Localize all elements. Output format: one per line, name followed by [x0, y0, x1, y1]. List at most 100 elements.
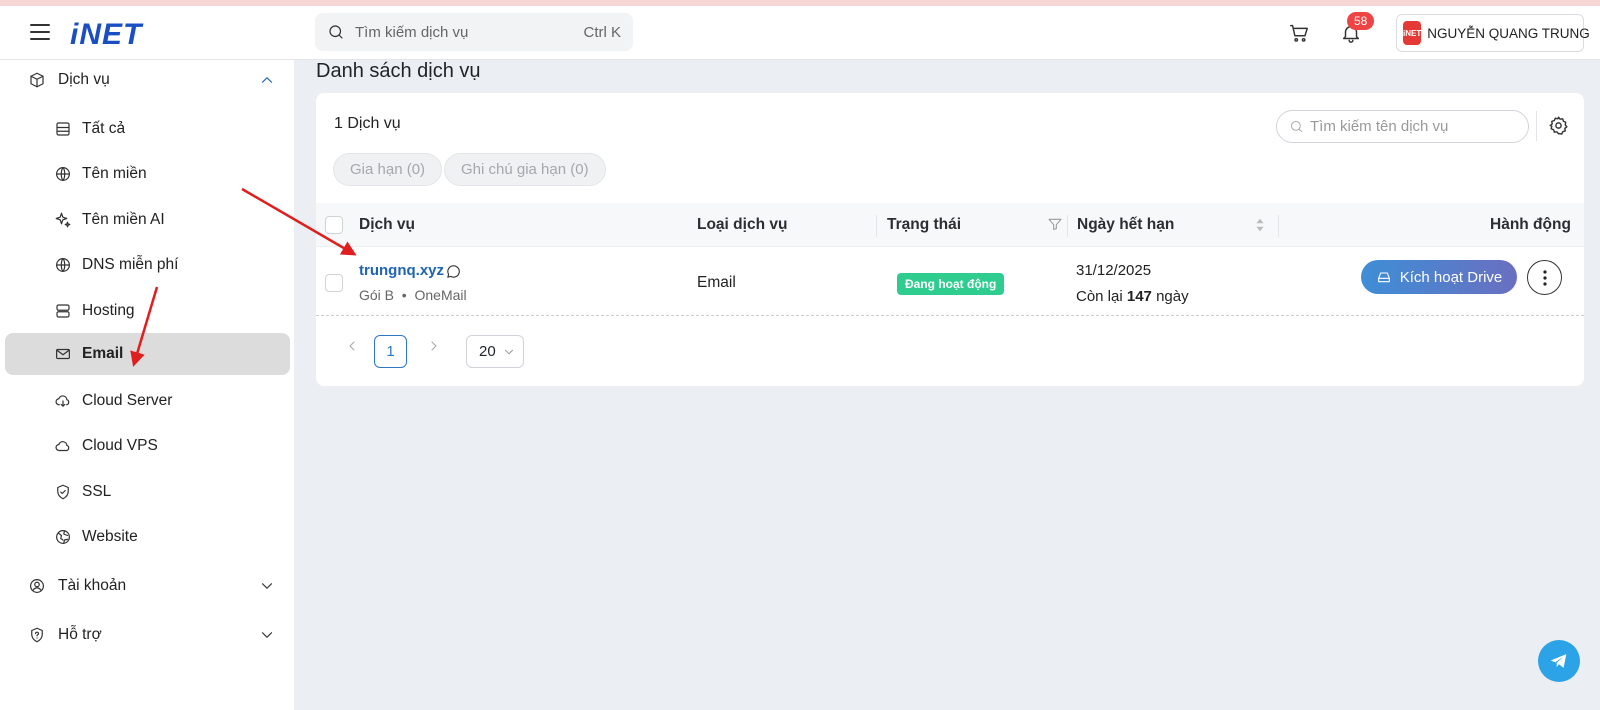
plan-name: Gói B [359, 287, 395, 303]
divider [876, 215, 877, 237]
days-remaining-value: 147 [1126, 288, 1152, 305]
sidebar-item-label: Tên miền AI [82, 211, 165, 228]
search-shortcut: Ctrl K [583, 23, 622, 41]
next-page-icon[interactable] [426, 338, 442, 354]
page-size-select[interactable]: 20 [466, 335, 524, 368]
days-remaining: Còn lại 147 ngày [1076, 288, 1189, 305]
globe-icon [56, 167, 70, 181]
user-name: NGUYỄN QUANG TRUNG [1427, 25, 1590, 41]
activate-drive-label: Kích hoạt Drive [1399, 268, 1503, 286]
renew-filter-button[interactable]: Gia hạn (0) [333, 153, 443, 186]
cloud-icon [55, 441, 70, 452]
table-header: Dịch vụ Loại dịch vụ Trạng thái Ngày hết… [316, 203, 1584, 247]
website-globe-icon [56, 530, 70, 544]
chevron-down-icon [504, 349, 513, 354]
sidebar-item-label: Hosting [82, 302, 135, 319]
global-search-input[interactable]: Tìm kiếm dịch vụ Ctrl K [315, 13, 633, 51]
top-header: iNET Tìm kiếm dịch vụ Ctrl K 58 iNET NGU… [0, 6, 1600, 60]
sidebar-item-label: Tên miền [82, 165, 147, 182]
cart-button[interactable] [1288, 22, 1310, 49]
column-settings-button[interactable] [1548, 115, 1569, 141]
renew-note-filter-button[interactable]: Ghi chú gia hạn (0) [444, 153, 606, 186]
sort-icon[interactable] [1253, 216, 1267, 234]
sidebar-item-website[interactable]: Website [54, 528, 274, 546]
days-remaining-prefix: Còn lại [1076, 288, 1123, 305]
sidebar-item-hosting[interactable]: Hosting [54, 302, 274, 320]
list-icon [56, 122, 70, 136]
table-row: trungnq.xyz Gói B • OneMail Email Đang h… [316, 248, 1584, 316]
server-icon [56, 304, 70, 318]
sparkle-icon [55, 212, 71, 228]
sidebar-item-label: Email [82, 345, 124, 362]
service-search-input[interactable]: Tìm kiếm tên dịch vụ [1276, 110, 1529, 143]
sidebar-item-domains[interactable]: Tên miền [54, 165, 274, 183]
cart-icon [1290, 24, 1308, 42]
sidebar-item-all[interactable]: Tất cả [54, 120, 274, 138]
chevron-up-icon [261, 77, 273, 83]
service-plan: Gói B • OneMail [359, 287, 467, 303]
cloud-download-icon [55, 395, 70, 407]
sidebar-group-services[interactable]: Dịch vụ [28, 71, 276, 89]
avatar: iNET [1403, 21, 1422, 45]
sidebar-item-label: SSL [82, 483, 112, 500]
divider [1067, 215, 1068, 237]
shield-check-icon [57, 484, 69, 500]
column-header-type[interactable]: Loại dịch vụ [697, 216, 787, 234]
column-header-service[interactable]: Dịch vụ [359, 216, 415, 234]
activate-drive-button[interactable]: Kích hoạt Drive [1361, 260, 1517, 294]
sidebar-item-free-dns[interactable]: DNS miễn phí [54, 256, 274, 274]
notification-badge: 58 [1347, 12, 1375, 30]
service-count: 1 Dịch vụ [334, 115, 401, 132]
global-search-placeholder: Tìm kiếm dịch vụ [355, 23, 469, 41]
sidebar-item-cloud-vps[interactable]: Cloud VPS [54, 437, 274, 455]
chevron-down-icon [261, 583, 273, 589]
telegram-chat-button[interactable] [1538, 640, 1580, 682]
more-actions-button[interactable] [1527, 260, 1562, 295]
select-all-checkbox[interactable] [325, 216, 343, 234]
sidebar-group-support[interactable]: Hỗ trợ [28, 626, 276, 644]
page-title: Danh sách dịch vụ [316, 60, 481, 82]
column-header-status[interactable]: Trạng thái [887, 216, 961, 234]
menu-toggle-icon[interactable] [30, 24, 50, 40]
row-checkbox[interactable] [325, 274, 343, 292]
sidebar-group-account[interactable]: Tài khoản [28, 577, 276, 595]
sidebar-item-cloud-server[interactable]: Cloud Server [54, 392, 274, 410]
sidebar-group-label: Tài khoản [58, 577, 127, 594]
sidebar-item-ssl[interactable]: SSL [54, 483, 274, 501]
search-icon [1291, 121, 1302, 132]
inet-logo[interactable]: iNET [70, 18, 142, 52]
filter-icon[interactable] [1047, 216, 1063, 232]
service-type: Email [697, 274, 736, 291]
status-badge: Đang hoạt động [897, 273, 1005, 295]
expiry-date: 31/12/2025 [1076, 262, 1152, 279]
telegram-icon [1550, 654, 1567, 668]
sidebar-item-email[interactable]: Email [5, 333, 290, 375]
prev-page-icon[interactable] [344, 338, 360, 354]
product-name: OneMail [414, 287, 467, 303]
user-circle-icon [30, 579, 44, 593]
sidebar-item-label: Tất cả [82, 120, 126, 137]
column-header-actions: Hành động [1490, 216, 1571, 233]
column-header-expiry[interactable]: Ngày hết hạn [1077, 216, 1174, 234]
sidebar: Dịch vụ Tất cả Tên miền Tên miền AI DNS … [0, 60, 294, 710]
search-icon [329, 25, 343, 39]
comment-icon[interactable] [445, 263, 462, 280]
drive-icon [1377, 272, 1390, 283]
chevron-down-icon [261, 632, 273, 638]
page-1-button[interactable]: 1 [374, 335, 407, 368]
user-menu-button[interactable]: iNET NGUYỄN QUANG TRUNG [1396, 14, 1590, 52]
sidebar-item-ai-domains[interactable]: Tên miền AI [54, 211, 274, 229]
page-size-value: 20 [479, 343, 496, 360]
sidebar-group-label: Dịch vụ [58, 71, 110, 88]
sidebar-item-label: DNS miễn phí [82, 256, 179, 273]
more-vertical-icon [1542, 269, 1547, 286]
sidebar-group-label: Hỗ trợ [58, 626, 102, 643]
globe-icon [56, 258, 70, 272]
sidebar-item-label: Cloud VPS [82, 437, 158, 454]
shield-help-icon [31, 627, 43, 643]
service-search-placeholder: Tìm kiếm tên dịch vụ [1310, 118, 1449, 135]
service-list-card: 1 Dịch vụ Tìm kiếm tên dịch vụ Gia hạn (… [316, 93, 1584, 386]
days-remaining-suffix: ngày [1156, 288, 1189, 305]
service-name-link[interactable]: trungnq.xyz [359, 262, 444, 279]
sidebar-item-label: Cloud Server [82, 392, 173, 409]
